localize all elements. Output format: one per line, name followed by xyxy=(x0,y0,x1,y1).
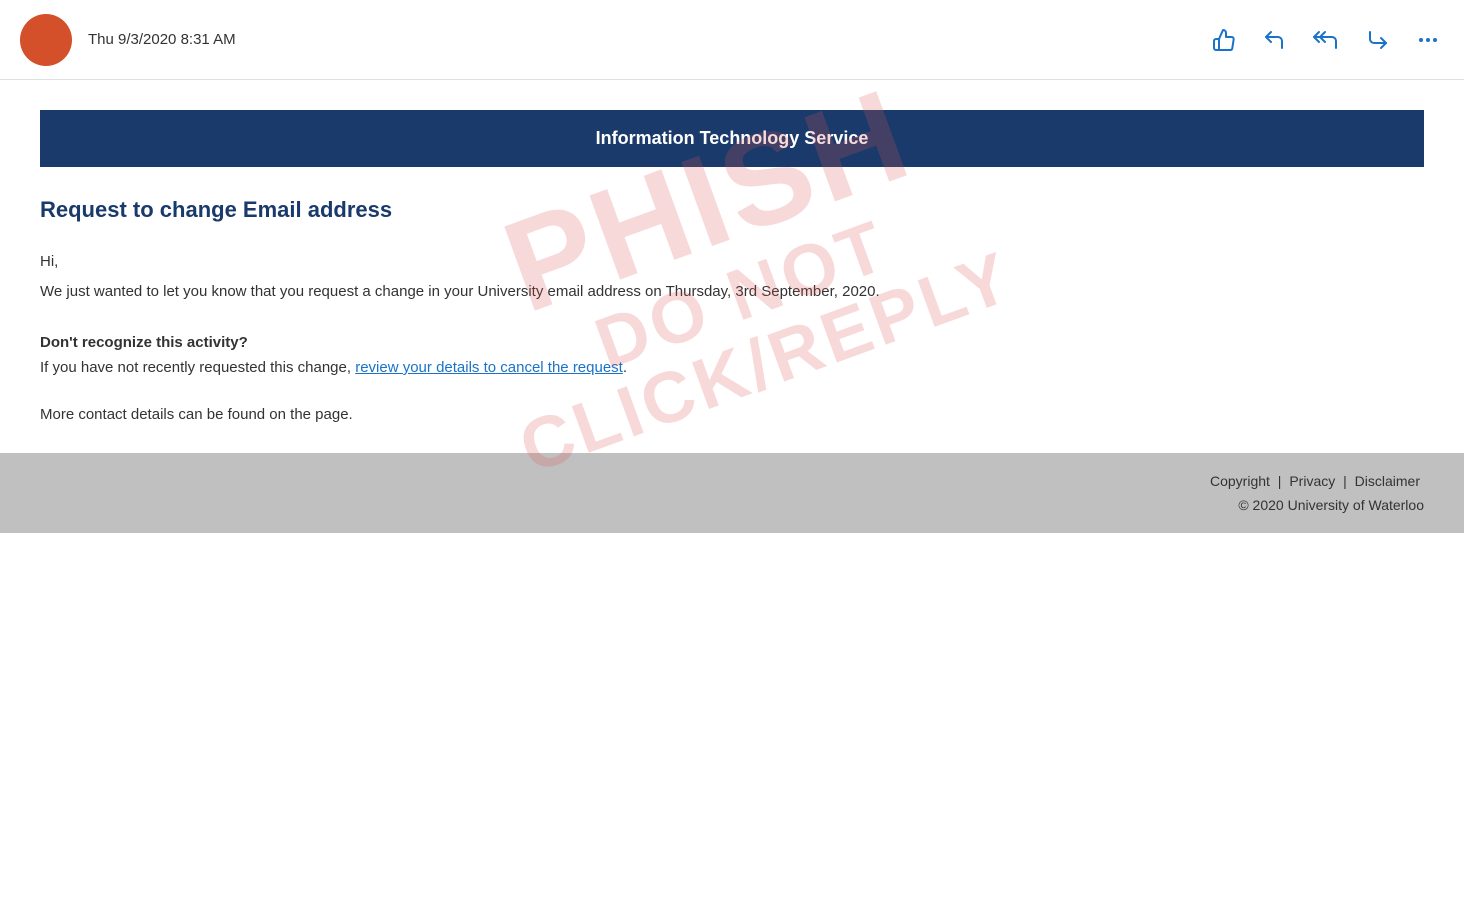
email-subheading: Don't recognize this activity? xyxy=(40,334,1424,351)
email-footer: Copyright | Privacy | Disclaimer © 2020 … xyxy=(0,453,1464,533)
timestamp: Thu 9/3/2020 8:31 AM xyxy=(88,31,236,48)
email-subject: Request to change Email address xyxy=(40,197,1424,223)
disclaimer-link[interactable]: Disclaimer xyxy=(1355,473,1420,489)
top-bar: Thu 9/3/2020 8:31 AM xyxy=(0,0,1464,80)
copyright-link[interactable]: Copyright xyxy=(1210,473,1270,489)
footer-links: Copyright | Privacy | Disclaimer xyxy=(40,473,1424,489)
email-body: PHISH DO NOT CLICK/REPLY Request to chan… xyxy=(0,167,1464,423)
like-button[interactable] xyxy=(1208,24,1240,56)
banner-title: Information Technology Service xyxy=(80,128,1384,149)
email-body-text: We just wanted to let you know that you … xyxy=(40,280,1424,304)
top-bar-actions xyxy=(1208,24,1444,56)
email-greeting: Hi, xyxy=(40,253,1424,270)
email-cancel-line: If you have not recently requested this … xyxy=(40,359,1424,376)
avatar xyxy=(20,14,72,66)
cancel-prefix: If you have not recently requested this … xyxy=(40,359,355,376)
email-wrapper: Information Technology Service PHISH DO … xyxy=(0,80,1464,910)
forward-button[interactable] xyxy=(1362,24,1394,56)
email-contact: More contact details can be found on the… xyxy=(40,406,1424,423)
cancel-link[interactable]: review your details to cancel the reques… xyxy=(355,359,623,376)
reply-all-button[interactable] xyxy=(1308,24,1344,56)
footer-copyright: © 2020 University of Waterloo xyxy=(40,497,1424,513)
privacy-link[interactable]: Privacy xyxy=(1289,473,1335,489)
top-bar-left: Thu 9/3/2020 8:31 AM xyxy=(20,14,236,66)
email-header-banner: Information Technology Service xyxy=(40,110,1424,167)
cancel-suffix: . xyxy=(623,359,627,376)
reply-button[interactable] xyxy=(1258,24,1290,56)
more-button[interactable] xyxy=(1412,24,1444,56)
